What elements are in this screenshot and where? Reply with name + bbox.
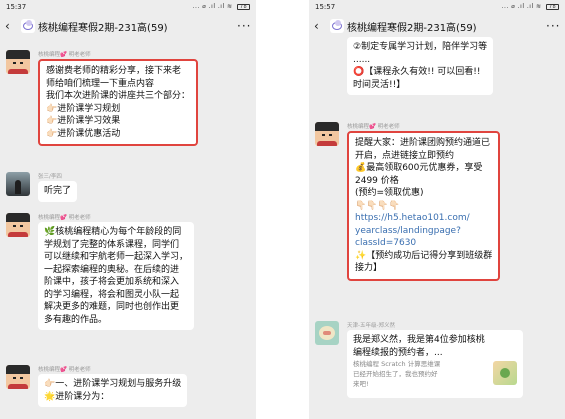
message-line: 师给咱们梳理一下重点内容 bbox=[46, 78, 155, 89]
message-line: ...... bbox=[353, 54, 371, 65]
right-phone-screen: 15:57 ... ⌀ .ıl .ıl ≋ 78 ‹ 核桃编程寒假2期-231高… bbox=[309, 0, 565, 419]
share-card[interactable]: 我是郑义然，我是第4位参加核桃 编程续报的预约者，... 核桃编程 Scratc… bbox=[347, 330, 523, 398]
message-line: 2499 价格 bbox=[355, 175, 399, 186]
chat-header: ‹ 核桃编程寒假2期-231高(59) ··· bbox=[309, 13, 565, 39]
sender-name: 核桃编程💕 明老老师 bbox=[347, 124, 400, 130]
message-line: 开启，点进链接立即预约 bbox=[355, 150, 455, 161]
message-line: 提醒大家：进阶课团购预约通道已 bbox=[355, 138, 491, 148]
more-options-icon[interactable]: ··· bbox=[237, 19, 251, 33]
chat-title: 核桃编程寒假2期-231高(59) bbox=[38, 22, 168, 34]
card-thumbnail bbox=[493, 361, 517, 385]
message-line: 👉🏻进阶课学习规划 bbox=[46, 103, 121, 114]
message-line: (预约=领取优惠) bbox=[355, 188, 424, 198]
card-title: 我是郑义然，我是第4位参加核桃 bbox=[353, 335, 485, 345]
message-bubble[interactable]: 感谢费老师的精彩分享，接下来老 师给咱们梳理一下重点内容 我们本次进阶课的讲座共… bbox=[38, 59, 199, 146]
status-time: 15:57 bbox=[315, 2, 336, 11]
message-line: 学规划了完整的体系课程，同学们 bbox=[44, 239, 180, 250]
status-time: 15:37 bbox=[6, 2, 27, 11]
message-line: 🌟进阶课分为： bbox=[44, 391, 110, 402]
message-bubble[interactable]: 提醒大家：进阶课团购预约通道已 开启，点进链接立即预约 💰最高领取600元优惠券… bbox=[347, 131, 501, 281]
message-line: ②制定专属学习计划，陪伴学习等 bbox=[353, 42, 488, 52]
message-line: 👉🏻进阶课学习效果 bbox=[46, 116, 121, 126]
sender-name: 张三/李四 bbox=[38, 174, 62, 180]
link-url[interactable]: yearclass/landingpage? bbox=[355, 225, 492, 238]
message-line: ✨【预约成功后记得分享到班级群 bbox=[355, 250, 493, 261]
link-url[interactable]: https://h5.hetao101.com/ bbox=[355, 212, 492, 225]
card-description: 核桃编程 Scratch 计算思维课 已经开始招生了，我也预约好 来吧! bbox=[353, 359, 440, 389]
avatar[interactable] bbox=[6, 50, 30, 74]
message-line: 一起探索编程的奥秘。在后续的进 bbox=[44, 264, 180, 275]
status-icons: ... ⌀ .ıl .ıl ≋ 78 bbox=[193, 3, 250, 10]
message-bubble[interactable]: 🌿核桃编程精心为每个年龄段的同 学规划了完整的体系课程，同学们 可以继续和宇航老… bbox=[38, 222, 195, 330]
chat-title: 核桃编程寒假2期-231高(59) bbox=[347, 22, 477, 34]
avatar[interactable] bbox=[6, 365, 30, 389]
message-line: ⭕【课程永久有效!! 可以回看!! bbox=[353, 67, 481, 77]
left-phone-screen: 15:37 ... ⌀ .ıl .ıl ≋ 78 ‹ 核桃编程寒假2期-231高… bbox=[0, 0, 256, 419]
avatar[interactable] bbox=[315, 321, 339, 345]
message-line: 💰最高领取600元优惠券，享受 bbox=[355, 163, 483, 173]
card-desc-line: 已经开始招生了，我也预约好 bbox=[353, 370, 438, 378]
avatar[interactable] bbox=[315, 122, 339, 146]
status-bar: 15:57 ... ⌀ .ıl .ıl ≋ 78 bbox=[309, 0, 565, 13]
message-line: 听完了 bbox=[44, 186, 72, 196]
group-avatar-icon bbox=[330, 19, 344, 33]
status-bar: 15:37 ... ⌀ .ıl .ıl ≋ 78 bbox=[0, 0, 256, 13]
group-avatar-icon bbox=[21, 19, 35, 33]
sender-name: 核桃编程💕 明老老师 bbox=[38, 52, 91, 58]
message-line: 解决更多的难题，同时也创作出更 bbox=[44, 302, 180, 312]
card-desc-line: 核桃编程 Scratch 计算思维课 bbox=[353, 360, 441, 368]
status-icons: ... ⌀ .ıl .ıl ≋ 78 bbox=[502, 3, 559, 10]
message-line: 接力】 bbox=[355, 263, 383, 273]
sender-name: 核桃编程💕 明老老师 bbox=[38, 367, 91, 373]
message-line: 时间灵活!!】 bbox=[353, 79, 406, 90]
link-url[interactable]: classId=7630 bbox=[355, 237, 492, 250]
message-bubble[interactable]: ②制定专属学习计划，陪伴学习等 ...... ⭕【课程永久有效!! 可以回看!!… bbox=[347, 37, 494, 95]
back-arrow-icon[interactable]: ‹ bbox=[5, 19, 17, 33]
sender-name: 核桃编程💕 明老老师 bbox=[38, 215, 91, 221]
avatar[interactable] bbox=[6, 213, 30, 237]
message-line: 👇🏻👇🏻👇🏻👇🏻 bbox=[355, 200, 400, 211]
message-line: 感谢费老师的精彩分享，接下来老 bbox=[46, 66, 182, 76]
battery-icon: 78 bbox=[237, 3, 250, 10]
signal-icons: ... ⌀ .ıl .ıl ≋ bbox=[192, 3, 233, 10]
message-line: 的学习编程，将会和图灵小队一起 bbox=[44, 289, 180, 300]
message-line: 👉🏻一、进阶课学习规划与服务升级 bbox=[44, 379, 182, 389]
battery-icon: 78 bbox=[546, 3, 559, 10]
message-line: 我们本次进阶课的讲座共三个部分： bbox=[46, 91, 191, 101]
message-line: 👉🏻进阶课优惠活动 bbox=[46, 128, 121, 139]
avatar[interactable] bbox=[6, 172, 30, 196]
message-bubble[interactable]: 听完了 bbox=[38, 181, 78, 202]
message-bubble[interactable]: 👉🏻一、进阶课学习规划与服务升级 🌟进阶课分为： bbox=[38, 374, 188, 407]
message-line: 可以继续和宇航老师一起深入学习， bbox=[44, 252, 189, 262]
sender-name: 天津-五年级-郑义然 bbox=[347, 323, 395, 329]
card-title: 编程续报的预约者，... bbox=[353, 347, 443, 358]
message-line: 阶课中，孩子将会更加系统和深入 bbox=[44, 277, 180, 287]
back-arrow-icon[interactable]: ‹ bbox=[314, 19, 326, 33]
message-line: 🌿核桃编程精心为每个年龄段的同 bbox=[44, 227, 182, 237]
signal-icons: ... ⌀ .ıl .ıl ≋ bbox=[501, 3, 542, 10]
more-options-icon[interactable]: ··· bbox=[546, 19, 560, 33]
chat-header: ‹ 核桃编程寒假2期-231高(59) ··· bbox=[0, 13, 256, 39]
card-desc-line: 来吧! bbox=[353, 380, 369, 388]
message-line: 多有趣的作品。 bbox=[44, 314, 108, 325]
